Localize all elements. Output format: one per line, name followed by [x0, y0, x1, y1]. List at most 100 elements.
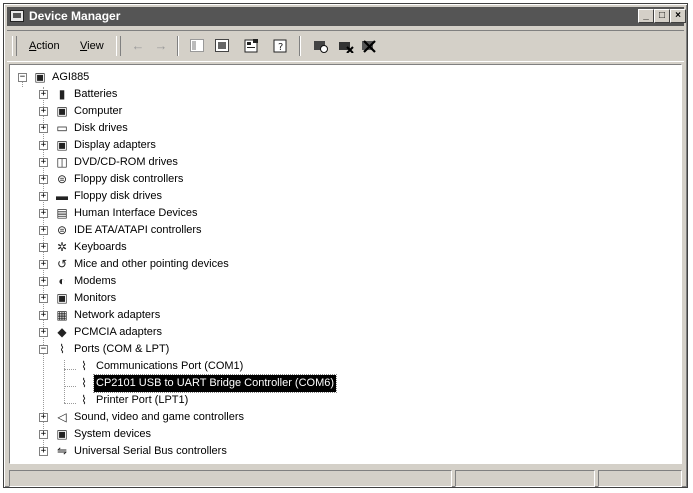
mouse-icon: ↺	[56, 257, 68, 271]
computer-icon: ▣	[34, 70, 46, 84]
back-button[interactable]: ←	[128, 37, 148, 55]
toolbar-grip[interactable]	[12, 36, 17, 56]
port-icon: ⌇	[81, 376, 87, 390]
uninstall-device-button[interactable]	[359, 37, 379, 55]
network-adapter-icon: ▦	[56, 308, 68, 322]
status-panel-1	[9, 470, 452, 487]
tree-line	[64, 386, 76, 387]
tree-item-label: Display adapters	[74, 139, 156, 151]
tree-item-label: DVD/CD-ROM drives	[74, 156, 178, 168]
tree-item-label: Network adapters	[74, 309, 161, 321]
floppy-drive-icon: ▬	[56, 189, 68, 203]
tree-item-label: Disk drives	[74, 122, 128, 134]
scan-hardware-icon	[314, 41, 328, 53]
expand-icon[interactable]: +	[39, 175, 48, 184]
system-device-icon: ▣	[56, 427, 68, 441]
floppy-controller-icon: ⊜	[56, 172, 68, 186]
forward-button[interactable]: →	[151, 37, 171, 55]
tree-item-label: System devices	[74, 428, 152, 440]
device-tree[interactable]: − ▣ AGI885 + ▮ Batteries + ▣ Computer + …	[9, 64, 682, 464]
tree-item-label: Batteries	[74, 88, 118, 100]
expand-icon[interactable]: +	[39, 124, 48, 133]
toolbar-separator-2	[299, 36, 301, 56]
tree-item-label: Keyboards	[74, 241, 127, 253]
uninstall-device-icon	[362, 40, 376, 53]
expand-icon[interactable]: +	[39, 277, 48, 286]
expand-icon[interactable]: +	[39, 90, 48, 99]
scan-hardware-button[interactable]	[311, 37, 331, 55]
close-button[interactable]: ×	[670, 9, 686, 23]
expand-icon[interactable]: +	[39, 158, 48, 167]
tree-item-label: Floppy disk controllers	[74, 173, 184, 185]
collapse-icon[interactable]: −	[18, 73, 27, 82]
tree-line	[64, 403, 76, 404]
device-manager-window: Device Manager _ □ × Action View ← → ? −…	[3, 3, 688, 488]
device-manager-icon	[10, 10, 24, 22]
expand-icon[interactable]: +	[39, 294, 48, 303]
tree-line	[64, 369, 76, 370]
tree-item-label-selected: CP2101 USB to UART Bridge Controller (CO…	[92, 374, 338, 393]
disk-drive-icon: ▭	[56, 121, 68, 135]
collapse-icon[interactable]: −	[39, 345, 48, 354]
expand-icon[interactable]: +	[39, 192, 48, 201]
expand-icon[interactable]: +	[39, 226, 48, 235]
expand-icon[interactable]: +	[39, 447, 48, 456]
help-icon: ?	[273, 39, 286, 53]
tree-item-label: Computer	[74, 105, 123, 117]
show-hide-tree-button[interactable]	[187, 37, 207, 55]
tree-item-label: IDE ATA/ATAPI controllers	[74, 224, 202, 236]
menu-view[interactable]: View	[80, 40, 104, 52]
port-icon: ⌇	[59, 342, 65, 356]
expand-icon[interactable]: +	[39, 243, 48, 252]
disable-device-button[interactable]	[336, 37, 356, 55]
tree-item-label: Sound, video and game controllers	[74, 411, 244, 423]
tree-root-label: AGI885	[52, 71, 90, 83]
pcmcia-icon: ◆	[57, 325, 67, 339]
expand-icon[interactable]: +	[39, 209, 48, 218]
menu-toolbar: Action View ← → ?	[7, 30, 684, 62]
tree-item-label: Communications Port (COM1)	[96, 360, 244, 372]
tree-item-label: Human Interface Devices	[74, 207, 198, 219]
window-title: Device Manager	[29, 9, 121, 23]
expand-icon[interactable]: +	[39, 328, 48, 337]
up-one-level-icon	[215, 39, 229, 52]
disable-device-icon	[339, 42, 354, 54]
toolbar-grip-2[interactable]	[116, 36, 121, 56]
tree-item-label: Printer Port (LPT1)	[96, 394, 189, 406]
tree-item-label: Monitors	[74, 292, 117, 304]
maximize-button[interactable]: □	[654, 9, 670, 23]
title-bar[interactable]: Device Manager _ □ ×	[7, 7, 686, 26]
monitor-icon: ▣	[56, 291, 68, 305]
expand-icon[interactable]: +	[39, 413, 48, 422]
sound-icon: ◁	[57, 410, 67, 424]
expand-icon[interactable]: +	[39, 141, 48, 150]
usb-icon: ⇋	[56, 444, 68, 458]
keyboard-icon: ✲	[56, 240, 68, 254]
battery-icon: ▮	[58, 87, 66, 101]
port-icon: ⌇	[81, 393, 87, 407]
status-bar	[9, 470, 682, 487]
up-one-level-button[interactable]	[212, 37, 232, 55]
show-hide-tree-icon	[190, 39, 204, 52]
properties-button[interactable]	[241, 37, 261, 55]
menu-action[interactable]: Action	[29, 40, 60, 52]
tree-item-label: Modems	[74, 275, 117, 287]
expand-icon[interactable]: +	[39, 107, 48, 116]
expand-icon[interactable]: +	[39, 311, 48, 320]
status-panel-3	[598, 470, 682, 487]
menu-action-label: ction	[36, 40, 60, 52]
hid-icon: ▤	[56, 206, 68, 220]
tree-item-label: PCMCIA adapters	[74, 326, 163, 338]
toolbar-separator	[177, 36, 179, 56]
tree-item-label: Ports (COM & LPT)	[74, 343, 170, 355]
display-adapter-icon: ▣	[56, 138, 68, 152]
expand-icon[interactable]: +	[39, 430, 48, 439]
tree-item-label: Mice and other pointing devices	[74, 258, 229, 270]
help-button[interactable]: ?	[270, 37, 290, 55]
tree-item-label: Floppy disk drives	[74, 190, 163, 202]
status-panel-2	[455, 470, 595, 487]
minimize-button[interactable]: _	[638, 9, 654, 23]
computer-icon: ▣	[56, 104, 68, 118]
expand-icon[interactable]: +	[39, 260, 48, 269]
tree-item-label: Universal Serial Bus controllers	[74, 445, 227, 457]
